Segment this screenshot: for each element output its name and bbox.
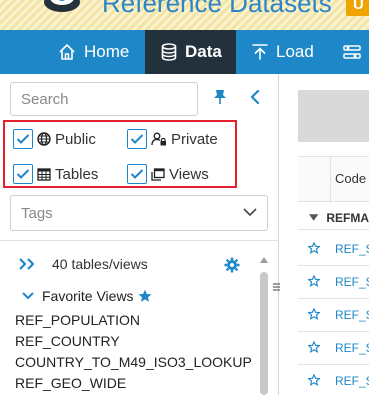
tables-filter-checkbox[interactable]: Tables — [13, 164, 98, 184]
private-filter-label: Private — [171, 130, 218, 148]
column-header-code[interactable]: Code — [335, 171, 366, 186]
sidebar: Public Private — [0, 74, 283, 395]
app-banner: Reference Datasets U — [0, 0, 369, 30]
checkbox-checked-icon[interactable] — [127, 129, 147, 149]
star-outline-icon[interactable] — [308, 242, 320, 254]
favorite-views-toggle[interactable]: Favorite Views — [22, 288, 152, 304]
data-panel: Code REFMA REF_S REF_S REF_S — [280, 74, 369, 395]
star-outline-icon[interactable] — [308, 374, 320, 386]
home-icon — [59, 44, 75, 60]
divider — [0, 240, 279, 241]
private-filter-checkbox[interactable]: Private — [127, 129, 218, 149]
table-group-row[interactable]: REFMA — [298, 206, 369, 230]
settings-sliders-icon — [343, 45, 361, 59]
row-code-link[interactable]: REF_S — [335, 341, 369, 355]
favorite-views-label: Favorite Views — [42, 288, 134, 304]
table-row[interactable]: REF_S — [298, 233, 369, 266]
app-title: Reference Datasets — [102, 0, 332, 18]
scroll-up-icon[interactable] — [259, 256, 269, 264]
column-divider — [330, 157, 331, 203]
nav-data[interactable]: Data — [145, 30, 236, 74]
tables-filter-label: Tables — [55, 165, 99, 183]
search-input[interactable] — [10, 82, 198, 116]
row-code-link[interactable]: REF_S — [335, 374, 369, 388]
table-row[interactable]: REF_S — [298, 299, 369, 332]
tags-select[interactable]: Tags — [10, 195, 268, 231]
favorite-views-list: REF_POPULATION REF_COUNTRY COUNTRY_TO_M4… — [15, 310, 252, 394]
object-count-row: 40 tables/views — [18, 256, 148, 272]
nav-load[interactable]: Load — [252, 30, 314, 74]
sidebar-scrollbar[interactable] — [258, 256, 270, 395]
nav-settings[interactable] — [343, 30, 369, 74]
chevron-down-icon — [22, 292, 34, 300]
nav-data-label: Data — [185, 42, 222, 61]
table-row[interactable]: REF_S — [298, 266, 369, 299]
database-icon — [161, 43, 177, 61]
table-row[interactable]: REF_S — [298, 332, 369, 365]
row-code-link[interactable]: REF_S — [335, 275, 369, 289]
favorite-view-item[interactable]: COUNTRY_TO_M49_ISO3_LOOKUP — [15, 352, 252, 373]
window-icon — [151, 167, 165, 181]
banner-tag: U — [346, 0, 369, 16]
favorite-view-item[interactable]: REF_POPULATION — [15, 310, 252, 331]
group-label: REFMA — [326, 210, 369, 225]
table-header: Code — [298, 156, 369, 203]
collapse-triangle-icon — [309, 214, 319, 221]
public-filter-checkbox[interactable]: Public — [13, 129, 96, 149]
upload-icon — [252, 44, 268, 60]
checkbox-checked-icon[interactable] — [13, 129, 33, 149]
expand-all-icon[interactable] — [18, 257, 38, 271]
favorite-view-item[interactable]: REF_COUNTRY — [15, 331, 252, 352]
checkbox-checked-icon[interactable] — [13, 164, 33, 184]
nav-home-label: Home — [84, 42, 130, 61]
logo-icon — [44, 0, 80, 12]
nav-load-label: Load — [276, 42, 314, 61]
object-count-label: 40 tables/views — [52, 256, 148, 272]
toolbar-placeholder — [298, 90, 369, 142]
user-lock-icon — [151, 132, 167, 146]
gear-icon[interactable] — [224, 257, 240, 273]
checkbox-checked-icon[interactable] — [127, 164, 147, 184]
chevron-down-icon — [243, 208, 257, 217]
scrollbar-thumb[interactable] — [260, 272, 268, 395]
row-code-link[interactable]: REF_S — [335, 308, 369, 322]
row-code-link[interactable]: REF_S — [335, 242, 369, 256]
public-filter-label: Public — [55, 130, 96, 148]
tags-placeholder: Tags — [21, 205, 53, 222]
star-icon — [138, 289, 151, 302]
main-nav: Home Data Load — [0, 30, 369, 74]
table-row[interactable]: REF_S — [298, 365, 369, 395]
pin-icon[interactable] — [213, 89, 227, 105]
views-filter-checkbox[interactable]: Views — [127, 164, 209, 184]
star-outline-icon[interactable] — [308, 341, 320, 353]
star-outline-icon[interactable] — [308, 275, 320, 287]
nav-home[interactable]: Home — [58, 30, 129, 74]
table-icon — [37, 167, 51, 181]
filter-checkbox-group: Public Private Tables Views — [3, 120, 237, 188]
views-filter-label: Views — [169, 165, 209, 183]
globe-icon — [37, 132, 51, 146]
favorite-view-item[interactable]: REF_GEO_WIDE — [15, 373, 252, 394]
star-outline-icon[interactable] — [308, 308, 320, 320]
collapse-left-icon[interactable] — [248, 89, 262, 105]
